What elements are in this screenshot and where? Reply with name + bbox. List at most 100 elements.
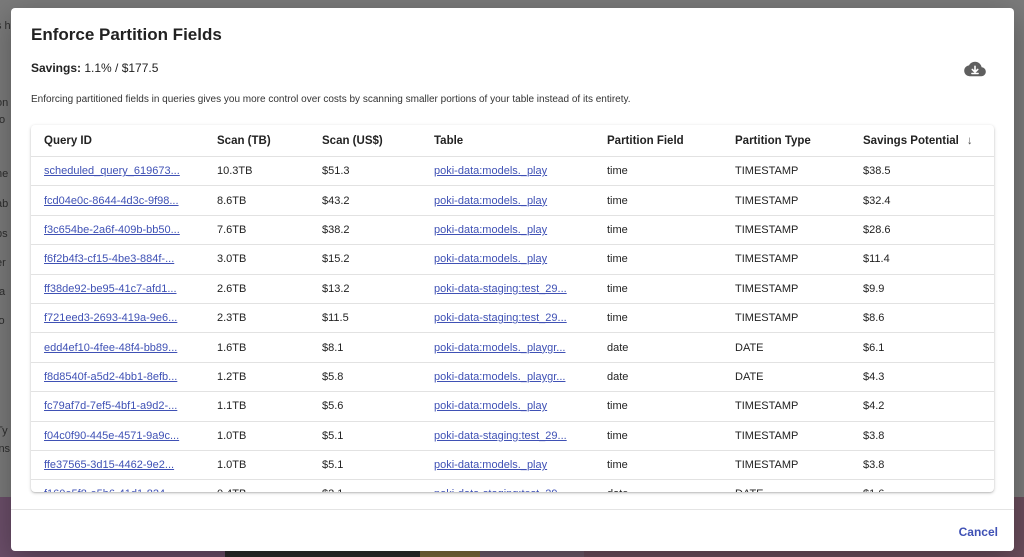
dialog-description: Enforcing partitioned fields in queries …	[31, 94, 631, 105]
bg-fragment: ne	[0, 168, 9, 180]
table-cell: TIMESTAMP	[722, 421, 850, 451]
table-link[interactable]: poki-data:models._play	[434, 253, 547, 265]
table-link[interactable]: poki-data:models._play	[434, 195, 547, 207]
table-header-row: Query ID Scan (TB) Scan (US$) Table Part…	[31, 125, 994, 157]
table-link[interactable]: poki-data:models._play	[434, 459, 547, 471]
column-header-scan-usd[interactable]: Scan (US$)	[309, 125, 421, 157]
table-cell: DATE	[722, 332, 850, 363]
table-cell: scheduled_query_619673...	[31, 156, 204, 187]
table-cell: $9.9	[850, 274, 994, 304]
table-cell: edd4ef10-4fee-48f4-bb89...	[31, 332, 204, 363]
table-cell: TIMESTAMP	[722, 450, 850, 481]
table-link[interactable]: poki-data:models._play	[434, 165, 547, 177]
table-cell: f04c0f90-445e-4571-9a9c...	[31, 421, 204, 451]
table-cell: $2.1	[309, 479, 421, 492]
table-cell: TIMESTAMP	[722, 391, 850, 422]
table-cell: 1.0TB	[204, 450, 309, 481]
table-cell: date	[594, 332, 722, 363]
query-id-link[interactable]: f721eed3-2693-419a-9e6...	[44, 312, 177, 324]
table-row: edd4ef10-4fee-48f4-bb89... 1.6TB $8.1 poki-…	[31, 332, 994, 363]
table-cell: $11.4	[850, 244, 994, 275]
table-cell: poki-data:models._playgr...	[421, 362, 594, 393]
arrow-down-icon[interactable]: ↓	[967, 135, 973, 147]
table-cell: f8d8540f-a5d2-4bb1-8efb...	[31, 362, 204, 393]
query-id-link[interactable]: f6f2b4f3-cf15-4be3-884f-...	[44, 253, 174, 265]
table-cell: poki-data-staging:test_29...	[421, 421, 594, 451]
table-cell: time	[594, 185, 722, 216]
table-link[interactable]: poki-data:models._play	[434, 400, 547, 412]
query-id-link[interactable]: fc79af7d-7ef5-4bf1-a9d2-...	[44, 400, 177, 412]
column-header-partition-type[interactable]: Partition Type	[722, 125, 850, 157]
table-cell: $13.2	[309, 274, 421, 304]
column-header-query-id[interactable]: Query ID	[31, 125, 204, 157]
query-id-link[interactable]: scheduled_query_619673...	[44, 165, 180, 177]
table-cell: 8.6TB	[204, 185, 309, 216]
table-body: scheduled_query_619673... 10.3TB $51.3 poki…	[31, 156, 994, 492]
column-header-scan-tb[interactable]: Scan (TB)	[204, 125, 309, 157]
table-link[interactable]: poki-data:models._playgr...	[434, 371, 565, 383]
query-id-link[interactable]: f8d8540f-a5d2-4bb1-8efb...	[44, 371, 177, 383]
cancel-button[interactable]: Cancel	[959, 521, 998, 543]
queries-table: Query ID Scan (TB) Scan (US$) Table Part…	[31, 125, 994, 492]
query-id-link[interactable]: fcd04e0c-8644-4d3c-9f98...	[44, 195, 179, 207]
table-link[interactable]: poki-data-staging:test_29...	[434, 430, 567, 442]
table-cell: time	[594, 391, 722, 422]
table-cell: 1.2TB	[204, 362, 309, 393]
table-cell: time	[594, 244, 722, 275]
column-header-savings-potential[interactable]: Savings Potential ↓	[850, 125, 994, 157]
table-cell: TIMESTAMP	[722, 185, 850, 216]
table-link[interactable]: poki-data-staging:test_29...	[434, 283, 567, 295]
table-cell: poki-data-staging:test_29...	[421, 303, 594, 334]
query-id-link[interactable]: f160e5f8-e5b6-41d1-824...	[44, 488, 174, 492]
query-id-link[interactable]: edd4ef10-4fee-48f4-bb89...	[44, 342, 177, 354]
table-cell: $4.2	[850, 391, 994, 422]
table-cell: 0.4TB	[204, 479, 309, 492]
query-id-link[interactable]: f04c0f90-445e-4571-9a9c...	[44, 430, 179, 442]
table-cell: $3.8	[850, 421, 994, 451]
table-cell: time	[594, 450, 722, 481]
dialog-title: Enforce Partition Fields	[31, 25, 222, 44]
table-link[interactable]: poki-data:models._playgr...	[434, 342, 565, 354]
table-cell: $4.3	[850, 362, 994, 393]
table-cell: poki-data:models._play	[421, 156, 594, 187]
table-row: f8d8540f-a5d2-4bb1-8efb... 1.2TB $5.8 poki-…	[31, 362, 994, 393]
table-row: f6f2b4f3-cf15-4be3-884f-... 3.0TB $15.2 pok…	[31, 244, 994, 275]
table-cell: poki-data:models._play	[421, 391, 594, 422]
table-row: f04c0f90-445e-4571-9a9c... 1.0TB $5.1 poki-…	[31, 421, 994, 451]
cloud-download-icon[interactable]	[964, 60, 986, 78]
bg-fragment: io	[0, 315, 5, 327]
table-cell: $38.5	[850, 156, 994, 187]
savings-label: Savings:	[31, 61, 82, 75]
table-link[interactable]: poki-data:models._play	[434, 224, 547, 236]
table-cell: 1.1TB	[204, 391, 309, 422]
query-id-link[interactable]: ff38de92-be95-41c7-afd1...	[44, 283, 177, 295]
table-cell: $6.1	[850, 332, 994, 363]
table-cell: $1.6	[850, 479, 994, 492]
table-row: fcd04e0c-8644-4d3c-9f98... 8.6TB $43.2 poki…	[31, 185, 994, 216]
table-cell: poki-data:models._play	[421, 185, 594, 216]
bg-fragment: bs	[0, 228, 8, 240]
table-cell: time	[594, 274, 722, 304]
table-row: fc79af7d-7ef5-4bf1-a9d2-... 1.1TB $5.6 poki…	[31, 391, 994, 422]
table-cell: ff38de92-be95-41c7-afd1...	[31, 274, 204, 304]
query-id-link[interactable]: f3c654be-2a6f-409b-bb50...	[44, 224, 180, 236]
bg-fragment: ab	[0, 198, 9, 210]
table-cell: $5.1	[309, 421, 421, 451]
table-cell: time	[594, 303, 722, 334]
query-id-link[interactable]: ffe37565-3d15-4462-9e2...	[44, 459, 174, 471]
table-cell: fc79af7d-7ef5-4bf1-a9d2-...	[31, 391, 204, 422]
table-link[interactable]: poki-data-staging:test_29...	[434, 488, 567, 492]
column-header-partition-field[interactable]: Partition Field	[594, 125, 722, 157]
bg-fragment: to	[0, 114, 6, 126]
enforce-partition-dialog: Enforce Partition Fields Savings: 1.1% /…	[11, 8, 1014, 551]
table-cell: $11.5	[309, 303, 421, 334]
table-row: ffe37565-3d15-4462-9e2... 1.0TB $5.1 poki-d…	[31, 450, 994, 481]
table-cell: f3c654be-2a6f-409b-bb50...	[31, 215, 204, 246]
table-link[interactable]: poki-data-staging:test_29...	[434, 312, 567, 324]
bg-fragment: er	[0, 257, 6, 269]
table-cell: DATE	[722, 362, 850, 393]
column-header-table[interactable]: Table	[421, 125, 594, 157]
table-cell: $43.2	[309, 185, 421, 216]
table-cell: 3.0TB	[204, 244, 309, 275]
table-cell: 1.6TB	[204, 332, 309, 363]
